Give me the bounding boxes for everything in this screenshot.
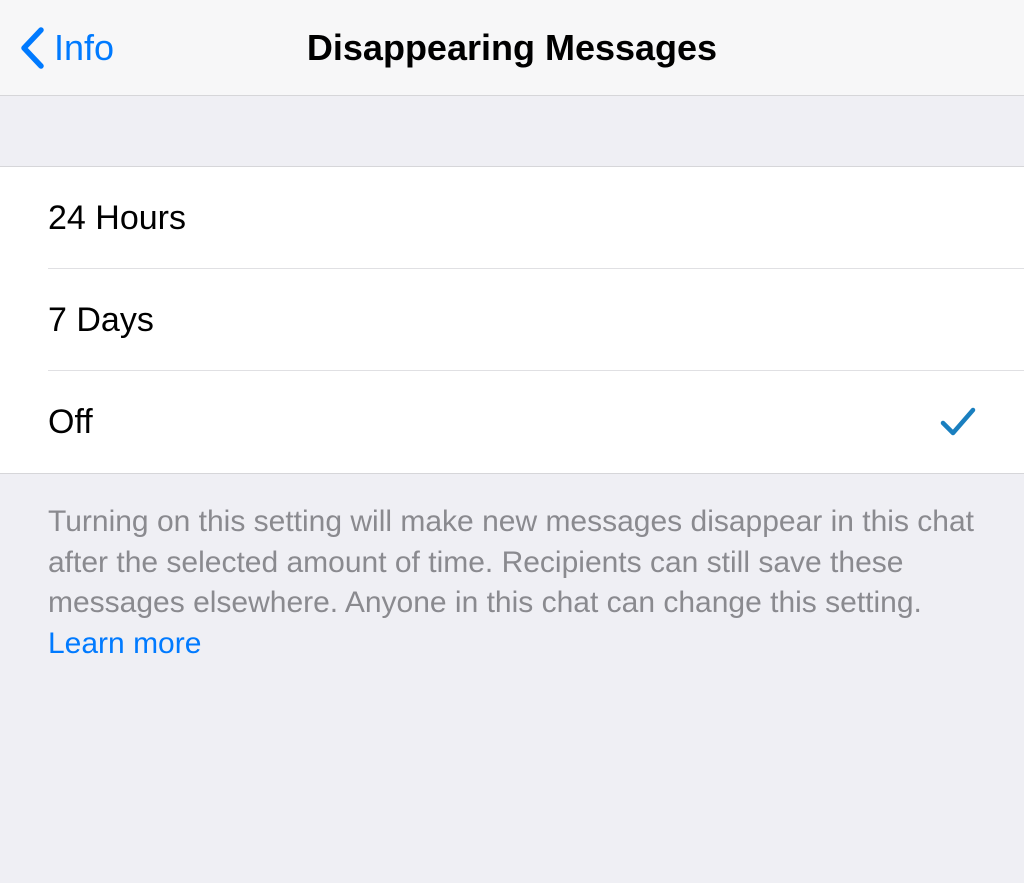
back-button[interactable]: Info: [20, 27, 114, 69]
option-off[interactable]: Off: [0, 371, 1024, 473]
option-label: 7 Days: [48, 301, 154, 340]
option-label: 24 Hours: [48, 199, 186, 238]
option-7-days[interactable]: 7 Days: [0, 269, 1024, 371]
page-title: Disappearing Messages: [20, 27, 1004, 69]
chevron-left-icon: [20, 27, 44, 69]
back-label: Info: [54, 27, 114, 69]
learn-more-link[interactable]: Learn more: [48, 627, 201, 660]
footer-text-content: Turning on this setting will make new me…: [48, 505, 974, 619]
section-spacer: [0, 96, 1024, 166]
option-24-hours[interactable]: 24 Hours: [0, 167, 1024, 269]
footer-description: Turning on this setting will make new me…: [0, 474, 1024, 692]
checkmark-icon: [940, 405, 976, 439]
navigation-bar: Info Disappearing Messages: [0, 0, 1024, 96]
option-label: Off: [48, 403, 93, 442]
options-list: 24 Hours 7 Days Off: [0, 166, 1024, 474]
